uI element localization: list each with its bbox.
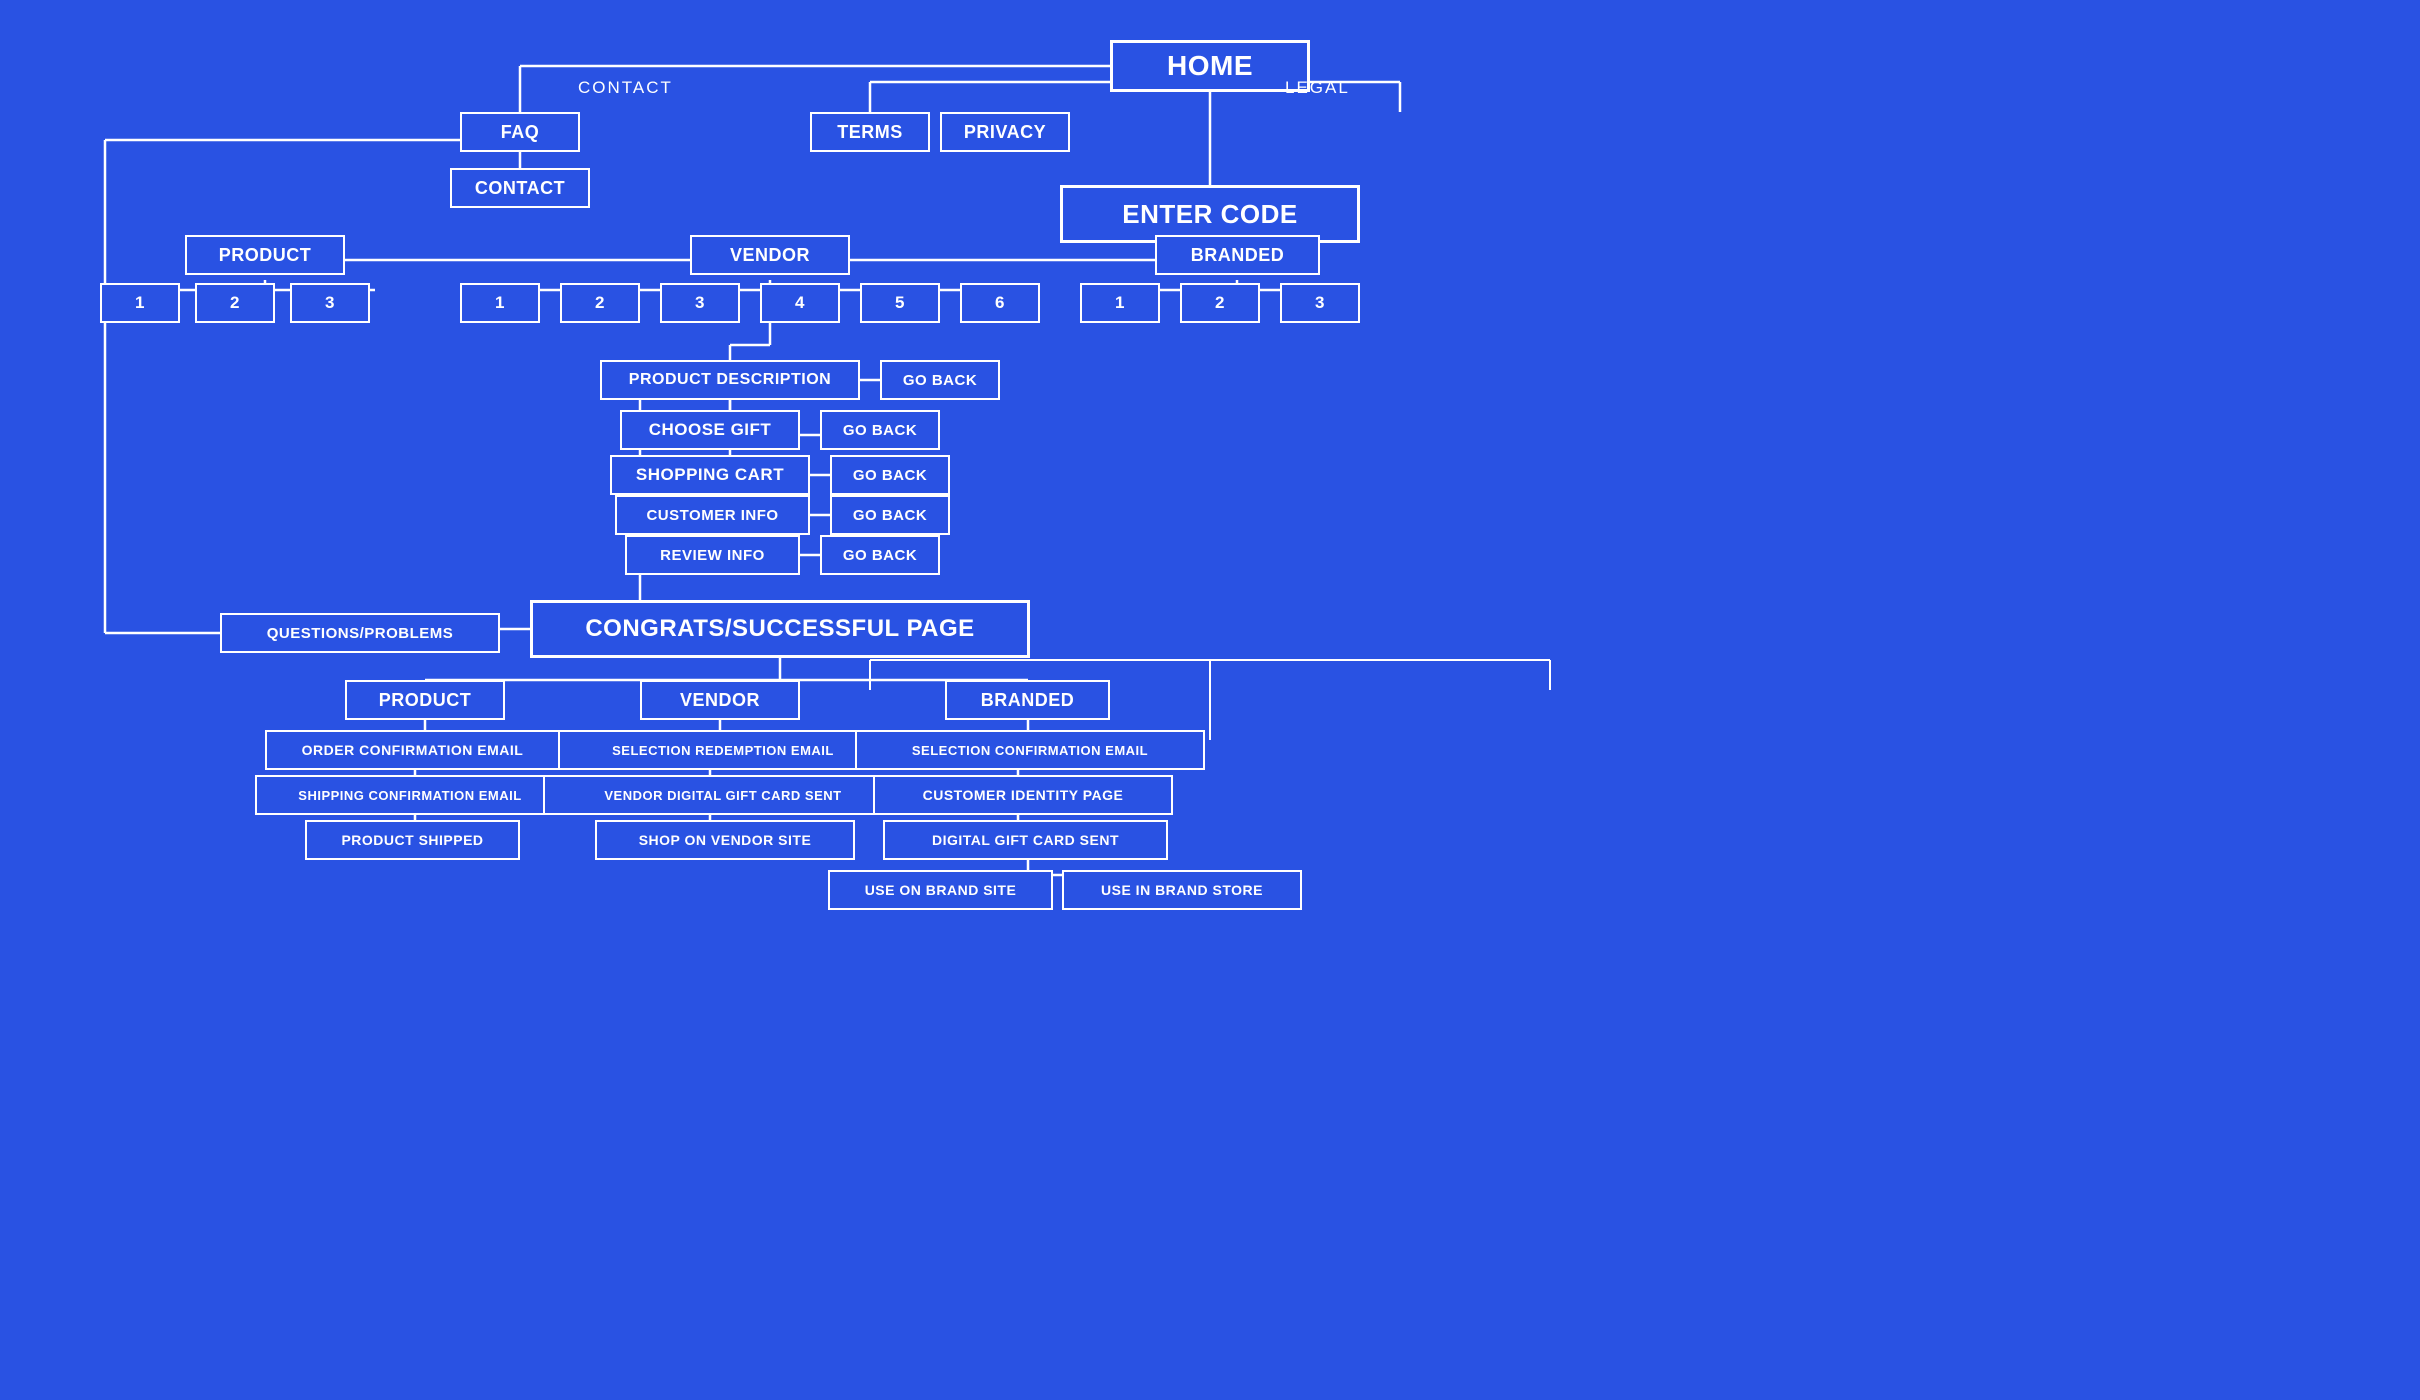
customer-identity-node: CUSTOMER IDENTITY PAGE (873, 775, 1173, 815)
vendor-num-4: 4 (760, 283, 840, 323)
vendor-top-node: VENDOR (690, 235, 850, 275)
vendor-gift-card-node: VENDOR DIGITAL GIFT CARD SENT (543, 775, 903, 815)
selection-redemption-node: SELECTION REDEMPTION EMAIL (558, 730, 888, 770)
vendor-sub-node: VENDOR (640, 680, 800, 720)
digital-gift-card-node: DIGITAL GIFT CARD SENT (883, 820, 1168, 860)
home-node: HOME (1110, 40, 1310, 92)
vendor-num-6: 6 (960, 283, 1040, 323)
vendor-num-3: 3 (660, 283, 740, 323)
questions-problems-node: QUESTIONS/PROBLEMS (220, 613, 500, 653)
contact-node: CONTACT (450, 168, 590, 208)
go-back-3: GO BACK (830, 455, 950, 495)
product-num-3: 3 (290, 283, 370, 323)
vendor-num-1: 1 (460, 283, 540, 323)
customer-info-node: CUSTOMER INFO (615, 495, 810, 535)
branded-top-node: BRANDED (1155, 235, 1320, 275)
branded-sub-node: BRANDED (945, 680, 1110, 720)
shop-vendor-node: SHOP ON VENDOR SITE (595, 820, 855, 860)
shipping-confirm-node: SHIPPING CONFIRMATION EMAIL (255, 775, 565, 815)
faq-node: FAQ (460, 112, 580, 152)
vendor-num-5: 5 (860, 283, 940, 323)
legal-label: LEGAL (1285, 78, 1350, 98)
contact-label: CONTACT (578, 78, 673, 98)
go-back-1: GO BACK (880, 360, 1000, 400)
product-top-node: PRODUCT (185, 235, 345, 275)
branded-num-2: 2 (1180, 283, 1260, 323)
choose-gift-node: CHOOSE GIFT (620, 410, 800, 450)
use-on-brand-node: USE ON BRAND SITE (828, 870, 1053, 910)
shopping-cart-node: SHOPPING CART (610, 455, 810, 495)
product-desc-node: PRODUCT DESCRIPTION (600, 360, 860, 400)
order-confirm-node: ORDER CONFIRMATION EMAIL (265, 730, 560, 770)
privacy-node: PRIVACY (940, 112, 1070, 152)
vendor-num-2: 2 (560, 283, 640, 323)
go-back-2: GO BACK (820, 410, 940, 450)
review-info-node: REVIEW INFO (625, 535, 800, 575)
use-in-store-node: USE IN BRAND STORE (1062, 870, 1302, 910)
product-sub-node: PRODUCT (345, 680, 505, 720)
product-num-2: 2 (195, 283, 275, 323)
product-num-1: 1 (100, 283, 180, 323)
go-back-4: GO BACK (830, 495, 950, 535)
go-back-5: GO BACK (820, 535, 940, 575)
selection-confirm-node: SELECTION CONFIRMATION EMAIL (855, 730, 1205, 770)
branded-num-1: 1 (1080, 283, 1160, 323)
product-shipped-node: PRODUCT SHIPPED (305, 820, 520, 860)
branded-num-3: 3 (1280, 283, 1360, 323)
congrats-node: CONGRATS/SUCCESSFUL PAGE (530, 600, 1030, 658)
terms-node: TERMS (810, 112, 930, 152)
